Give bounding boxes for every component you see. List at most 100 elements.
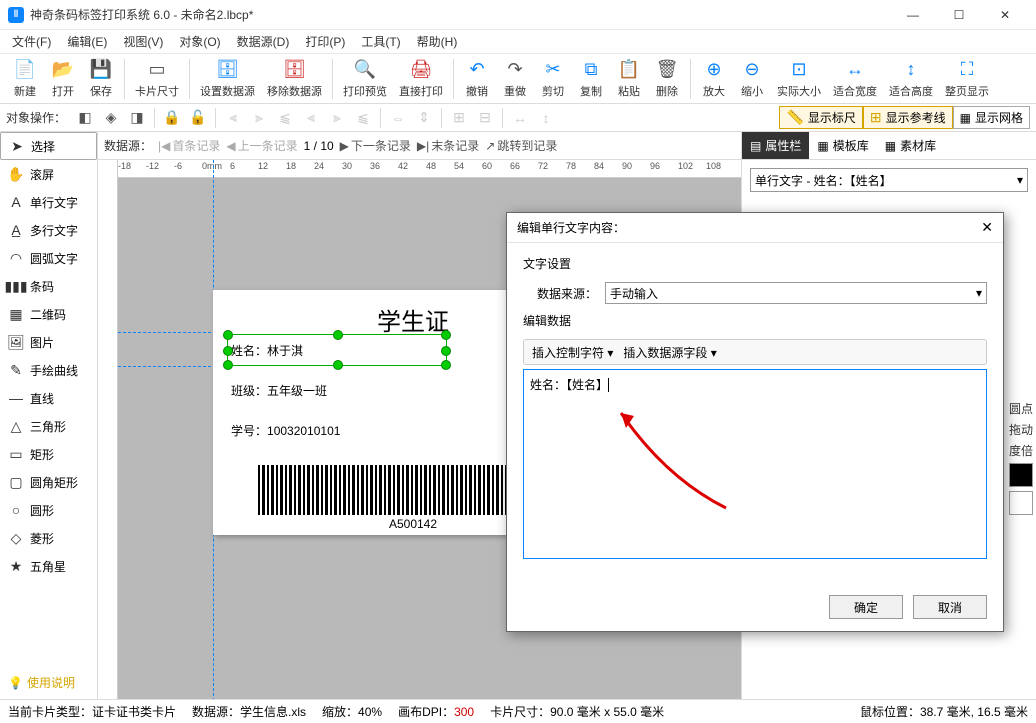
tool-二维码[interactable]: ▦二维码	[0, 300, 97, 328]
tool-矩形[interactable]: ▭矩形	[0, 440, 97, 468]
menu-item[interactable]: 对象(O)	[171, 31, 228, 52]
card-size-status: 卡片尺寸：90.0 毫米 x 55.0 毫米	[490, 703, 664, 720]
tool-图片[interactable]: 🖼图片	[0, 328, 97, 356]
maximize-button[interactable]: ☐	[936, 0, 982, 30]
align-bottom-icon: ⫹	[352, 107, 374, 129]
tool-滚屏[interactable]: ✋滚屏	[0, 160, 97, 188]
id-row[interactable]: 学号：10032010101	[231, 418, 340, 441]
show-guides-toggle[interactable]: ⊞显示参考线	[863, 106, 953, 129]
last-record-button[interactable]: ▶| 末条记录	[417, 137, 479, 154]
next-record-button[interactable]: ▶ 下一条记录	[340, 137, 411, 154]
menu-item[interactable]: 打印(P)	[297, 31, 353, 52]
tool-单行文字[interactable]: A单行文字	[0, 188, 97, 216]
menu-item[interactable]: 帮助(H)	[409, 31, 466, 52]
toolbar-打开[interactable]: 📂打开	[44, 56, 82, 102]
设置数据源-icon: 🗄	[217, 59, 239, 81]
tool-菱形[interactable]: ◇菱形	[0, 524, 97, 552]
prev-record-button[interactable]: ◀ 上一条记录	[226, 137, 297, 154]
toolbar-粘贴[interactable]: 📋粘贴	[610, 56, 648, 102]
tool-五角星[interactable]: ★五角星	[0, 552, 97, 580]
first-record-button[interactable]: |◀ 首条记录	[158, 137, 220, 154]
edit-data-section: 编辑数据	[523, 312, 987, 329]
insert-control-char-button[interactable]: 插入控制字符 ▾	[532, 344, 613, 361]
dpi-status: 画布DPI：300	[398, 703, 474, 720]
toolbar-适合高度[interactable]: ↕适合高度	[883, 56, 939, 102]
foreground-color[interactable]	[1009, 463, 1033, 487]
toolbar-实际大小[interactable]: ⊡实际大小	[771, 56, 827, 102]
class-row[interactable]: 班级：五年级一班	[231, 378, 327, 401]
menu-item[interactable]: 编辑(E)	[59, 31, 115, 52]
layer-front-icon[interactable]: ◧	[74, 107, 96, 129]
直线-icon: —	[8, 390, 24, 406]
menu-item[interactable]: 视图(V)	[115, 31, 171, 52]
cancel-button[interactable]: 取消	[913, 595, 987, 619]
打印预览-icon: 🔍	[354, 59, 376, 81]
object-selector-combo[interactable]: 单行文字 - 姓名：【姓名】▾	[750, 168, 1028, 192]
show-ruler-toggle[interactable]: 📏显示标尺	[779, 106, 862, 129]
text-settings-section: 文字设置	[523, 255, 987, 272]
lock-icon[interactable]: 🔒	[161, 107, 183, 129]
toolbar-移除数据源[interactable]: 🗄移除数据源	[261, 56, 328, 102]
tab-templates[interactable]: ▦ 模板库	[809, 132, 876, 159]
tool-选择[interactable]: ➤选择	[0, 132, 97, 160]
tool-条码[interactable]: ▮▮▮条码	[0, 272, 97, 300]
toolbar-重做[interactable]: ↷重做	[496, 56, 534, 102]
menu-item[interactable]: 工具(T)	[353, 31, 408, 52]
矩形-icon: ▭	[8, 446, 24, 462]
background-color[interactable]	[1009, 491, 1033, 515]
tool-多行文字[interactable]: A̲多行文字	[0, 216, 97, 244]
tool-三角形[interactable]: △三角形	[0, 412, 97, 440]
shape-tool-panel: ➤选择✋滚屏A单行文字A̲多行文字◠圆弧文字▮▮▮条码▦二维码🖼图片✎手绘曲线—…	[0, 132, 98, 717]
menu-item[interactable]: 数据源(D)	[229, 31, 298, 52]
tab-assets[interactable]: ▦ 素材库	[877, 132, 944, 159]
toolbar-剪切[interactable]: ✂剪切	[534, 56, 572, 102]
二维码-icon: ▦	[8, 306, 24, 322]
toolbar-直接打印[interactable]: 🖨直接打印	[393, 56, 449, 102]
toolbar-撤销[interactable]: ↶撤销	[458, 56, 496, 102]
打开-icon: 📂	[52, 59, 74, 81]
tool-直线[interactable]: —直线	[0, 384, 97, 412]
show-grid-toggle[interactable]: ▦显示网格	[953, 106, 1030, 129]
ok-button[interactable]: 确定	[829, 595, 903, 619]
barcode[interactable]	[258, 465, 548, 515]
选择-icon: ➤	[9, 138, 25, 154]
close-button[interactable]: ✕	[982, 0, 1028, 30]
tool-圆形[interactable]: ○圆形	[0, 496, 97, 524]
zoom-status: 缩放：40%	[322, 703, 382, 720]
tool-圆弧文字[interactable]: ◠圆弧文字	[0, 244, 97, 272]
menu-item[interactable]: 文件(F)	[4, 31, 59, 52]
data-source-combo[interactable]: 手动输入▾	[605, 282, 987, 304]
unlock-icon[interactable]: 🔓	[187, 107, 209, 129]
insert-field-button[interactable]: 插入数据源字段 ▾	[623, 344, 716, 361]
minimize-button[interactable]: —	[890, 0, 936, 30]
dialog-close-button[interactable]: ✕	[981, 219, 993, 236]
toolbar-整页显示[interactable]: ⛶整页显示	[939, 56, 995, 102]
layer-back-icon[interactable]: ◨	[126, 107, 148, 129]
删除-icon: 🗑	[656, 59, 678, 81]
layer-mid-icon[interactable]: ◈	[100, 107, 122, 129]
tool-圆角矩形[interactable]: ▢圆角矩形	[0, 468, 97, 496]
align-center-icon: ⫸	[248, 107, 270, 129]
toolbar-复制[interactable]: ⧉复制	[572, 56, 610, 102]
toolbar-放大[interactable]: ⊕放大	[695, 56, 733, 102]
toolbar-设置数据源[interactable]: 🗄设置数据源	[194, 56, 261, 102]
多行文字-icon: A̲	[8, 222, 24, 238]
tool-手绘曲线[interactable]: ✎手绘曲线	[0, 356, 97, 384]
align-left-icon: ⫷	[222, 107, 244, 129]
圆弧文字-icon: ◠	[8, 250, 24, 266]
titlebar: ‖ 神奇条码标签打印系统 6.0 - 未命名2.lbcp* — ☐ ✕	[0, 0, 1036, 30]
help-button[interactable]: 💡 使用说明	[4, 670, 79, 695]
tab-properties[interactable]: ▤ 属性栏	[742, 132, 809, 159]
toolbar-打印预览[interactable]: 🔍打印预览	[337, 56, 393, 102]
撤销-icon: ↶	[466, 59, 488, 81]
toolbar-删除[interactable]: 🗑删除	[648, 56, 686, 102]
toolbar-卡片尺寸[interactable]: ▭卡片尺寸	[129, 56, 185, 102]
toolbar-新建[interactable]: 📄新建	[6, 56, 44, 102]
text-content-input[interactable]: 姓名：【姓名】	[523, 369, 987, 559]
toolbar-适合宽度[interactable]: ↔适合宽度	[827, 56, 883, 102]
jump-record-button[interactable]: ↗ 跳转到记录	[485, 137, 557, 154]
toolbar-保存[interactable]: 💾保存	[82, 56, 120, 102]
same-width-icon: ↔	[509, 107, 531, 129]
toolbar-缩小[interactable]: ⊖缩小	[733, 56, 771, 102]
window-title: 神奇条码标签打印系统 6.0 - 未命名2.lbcp*	[30, 6, 890, 23]
